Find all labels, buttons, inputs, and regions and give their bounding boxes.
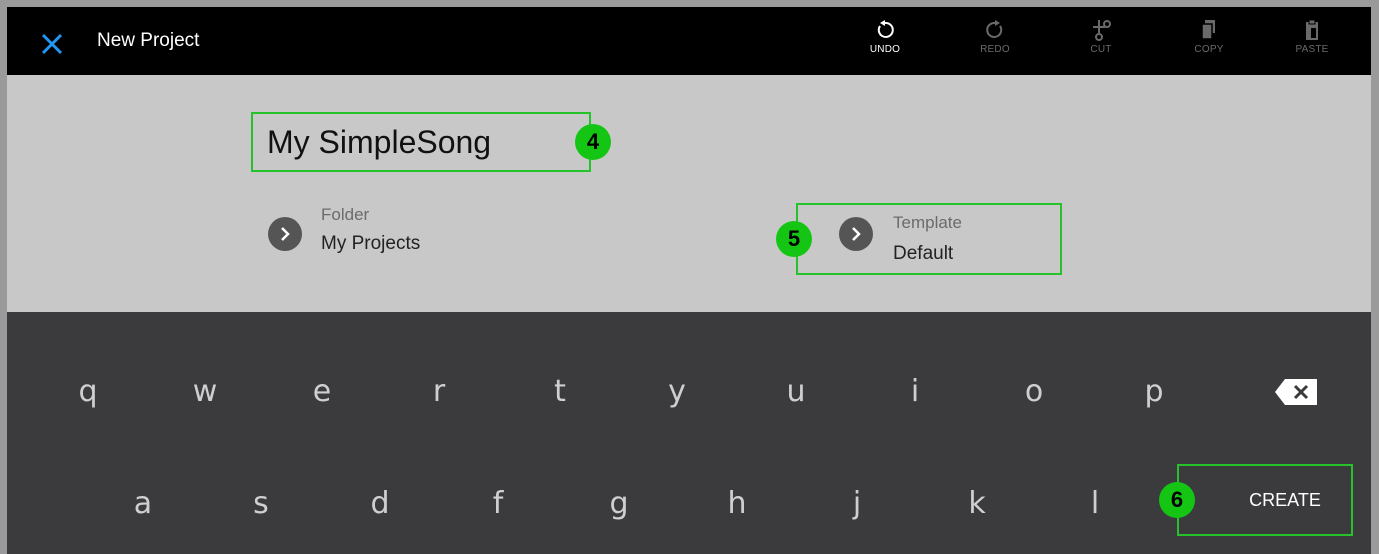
chevron-right-icon bbox=[281, 227, 290, 241]
key-g[interactable]: g bbox=[579, 474, 659, 534]
key-d[interactable]: d bbox=[340, 474, 420, 534]
close-icon bbox=[41, 33, 63, 55]
create-button[interactable]: 6 CREATE bbox=[1159, 464, 1353, 536]
redo-label: REDO bbox=[980, 44, 1010, 55]
paste-button[interactable]: PASTE bbox=[1282, 19, 1342, 69]
chevron-right-icon bbox=[852, 227, 861, 241]
copy-label: COPY bbox=[1194, 44, 1224, 55]
key-l[interactable]: l bbox=[1055, 474, 1135, 534]
key-t[interactable]: t bbox=[520, 362, 600, 422]
key-p[interactable]: p bbox=[1114, 362, 1194, 422]
key-o[interactable]: o bbox=[994, 362, 1074, 422]
key-i[interactable]: i bbox=[875, 362, 955, 422]
template-value: Default bbox=[893, 243, 954, 264]
step-marker-4: 4 bbox=[575, 124, 611, 160]
create-label: CREATE bbox=[1249, 490, 1321, 510]
key-a[interactable]: a bbox=[103, 474, 183, 534]
key-k[interactable]: k bbox=[937, 474, 1017, 534]
project-name-field[interactable]: My SimpleSong 4 bbox=[251, 112, 611, 172]
backspace-icon bbox=[1275, 379, 1317, 405]
key-r[interactable]: r bbox=[399, 362, 479, 422]
redo-icon bbox=[986, 20, 1003, 38]
key-s[interactable]: s bbox=[221, 474, 301, 534]
close-button[interactable] bbox=[35, 27, 69, 61]
paste-icon bbox=[1306, 19, 1318, 40]
key-u[interactable]: u bbox=[756, 362, 836, 422]
on-screen-keyboard: q w e r t y u i o p a s d f g h j k l 6 … bbox=[7, 312, 1371, 554]
key-f[interactable]: f bbox=[458, 474, 538, 534]
project-settings: My SimpleSong 4 Folder My Projects 5 Tem… bbox=[7, 75, 1371, 312]
paste-label: PASTE bbox=[1295, 44, 1329, 55]
backspace-key[interactable] bbox=[1269, 372, 1329, 412]
step-marker-5: 5 bbox=[776, 221, 812, 257]
folder-selector[interactable]: Folder My Projects bbox=[265, 205, 505, 265]
cut-label: CUT bbox=[1090, 44, 1112, 55]
undo-label: UNDO bbox=[869, 44, 901, 55]
scissors-icon bbox=[1093, 20, 1111, 41]
copy-icon bbox=[1201, 20, 1215, 40]
redo-button[interactable]: REDO bbox=[965, 19, 1025, 69]
template-arrow bbox=[839, 217, 873, 251]
key-w[interactable]: w bbox=[165, 362, 245, 422]
project-name-text: My SimpleSong bbox=[267, 124, 492, 160]
folder-value: My Projects bbox=[321, 233, 421, 254]
folder-arrow bbox=[268, 217, 302, 251]
new-project-screen: New Project UNDO REDO CUT COPY PASTE My … bbox=[7, 7, 1371, 554]
folder-label: Folder bbox=[321, 205, 370, 224]
template-selector[interactable]: 5 Template Default bbox=[776, 203, 1062, 275]
copy-button[interactable]: COPY bbox=[1179, 19, 1239, 69]
undo-icon bbox=[877, 20, 894, 38]
cut-button[interactable]: CUT bbox=[1071, 19, 1131, 69]
key-h[interactable]: h bbox=[697, 474, 777, 534]
key-q[interactable]: q bbox=[48, 362, 128, 422]
key-j[interactable]: j bbox=[817, 474, 897, 534]
undo-button[interactable]: UNDO bbox=[855, 19, 915, 69]
key-e[interactable]: e bbox=[282, 362, 362, 422]
template-label: Template bbox=[893, 213, 962, 232]
top-toolbar: New Project UNDO REDO CUT COPY PASTE bbox=[7, 7, 1371, 75]
key-y[interactable]: y bbox=[637, 362, 717, 422]
page-title: New Project bbox=[97, 30, 200, 51]
